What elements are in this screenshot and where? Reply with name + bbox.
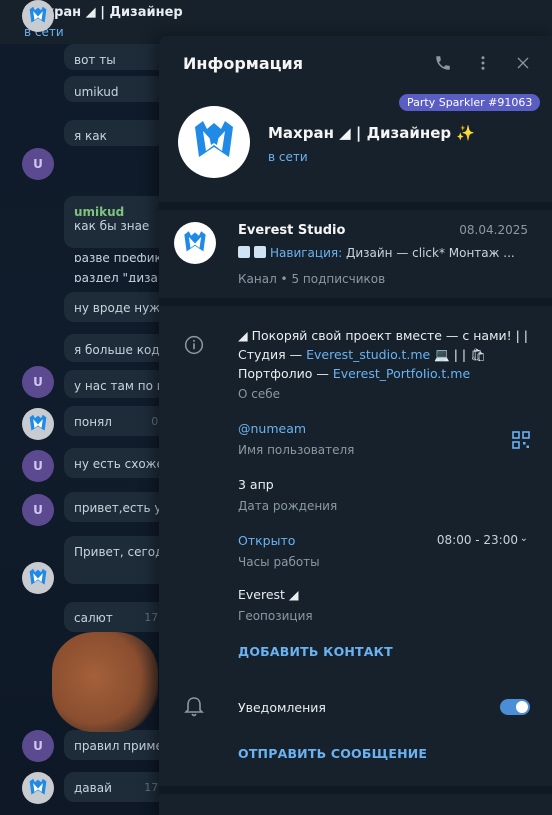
close-icon[interactable] [512, 52, 534, 74]
channel-name: Everest Studio [238, 223, 346, 238]
info-icon [184, 335, 204, 355]
divider [159, 202, 552, 210]
notifications-toggle[interactable] [500, 699, 530, 715]
toggle-knob [516, 701, 528, 713]
bio-studio-prefix: Студия — [238, 347, 307, 362]
channel-preview: Навигация: Дизайн — click* Монтаж ... [238, 246, 528, 260]
divider [159, 786, 552, 794]
user-avatar[interactable]: U [22, 730, 54, 762]
user-avatar[interactable]: U [22, 366, 54, 398]
panel-title: Информация [183, 54, 303, 73]
user-avatar[interactable]: U [22, 450, 54, 482]
info-panel: Информация Party Sparkler #91063 Махран … [159, 36, 552, 815]
everest-logo-icon [184, 231, 206, 252]
divider [159, 298, 552, 306]
preview-image-icon [254, 246, 266, 258]
profile-status: в сети [268, 150, 308, 164]
portfolio-link[interactable]: Everest_PortfoIio.t.me [333, 366, 470, 381]
channel-meta: Канал • 5 подписчиков [238, 272, 386, 286]
scribble-overlay [52, 632, 158, 732]
everest-avatar[interactable] [22, 408, 54, 440]
hours-range[interactable]: 08:00 - 23:00 [437, 533, 518, 547]
preview-text: Дизайн — click* Монтаж ... [342, 246, 515, 260]
channel-avatar [174, 222, 216, 264]
birthday-label: Дата рождения [238, 499, 338, 513]
everest-avatar[interactable] [22, 772, 54, 804]
location-value[interactable]: Everest ◢ [238, 587, 299, 602]
everest-avatar[interactable] [22, 0, 54, 32]
profile-avatar[interactable] [178, 106, 250, 178]
profile-name: Махран ◢ | Дизайнер ✨ [268, 124, 476, 142]
send-message-button[interactable]: ОТПРАВИТЬ СООБЩЕНИЕ [238, 746, 427, 761]
channel-date: 08.04.2025 [459, 223, 528, 237]
qr-code-icon[interactable] [512, 431, 530, 449]
bell-icon [184, 697, 204, 717]
location-label: Геопозиция [238, 609, 313, 623]
bio-label: О себе [238, 387, 281, 401]
add-contact-button[interactable]: ДОБАВИТЬ КОНТАКТ [238, 644, 393, 659]
everest-logo-icon [195, 121, 233, 157]
user-avatar[interactable]: U [22, 494, 54, 526]
everest-logo-icon [29, 414, 47, 431]
user-avatar[interactable]: U [22, 148, 54, 180]
everest-avatar[interactable] [22, 562, 54, 594]
bio-studio-suffix: 💻 | | 🛍 [430, 347, 486, 362]
studio-link[interactable]: Everest_studio.t.me [306, 347, 430, 362]
notifications-label: Уведомления [238, 700, 326, 715]
chevron-down-icon[interactable]: ⌄ [520, 533, 528, 544]
everest-logo-icon [29, 568, 47, 585]
gift-badge[interactable]: Party Sparkler #91063 [399, 94, 541, 111]
phone-icon[interactable] [432, 52, 454, 74]
username-value[interactable]: @numeam [238, 421, 306, 436]
hours-label: Часы работы [238, 555, 320, 569]
username-label: Имя пользователя [238, 443, 355, 457]
everest-logo-icon [29, 6, 47, 23]
bio-portfolio-prefix: Портфолио — [238, 366, 333, 381]
bio-text: ◢ Покоряй свой проект вместе — с нами! |… [238, 326, 538, 383]
preview-highlight: Навигация: [270, 246, 343, 260]
preview-image-icon [238, 246, 250, 258]
more-vertical-icon[interactable] [472, 52, 494, 74]
birthday-value: 3 апр [238, 477, 274, 492]
everest-logo-icon [29, 778, 47, 795]
bio-line: ◢ Покоряй свой проект вместе — с нами! |… [238, 328, 529, 343]
hours-status[interactable]: Открыто [238, 533, 295, 548]
